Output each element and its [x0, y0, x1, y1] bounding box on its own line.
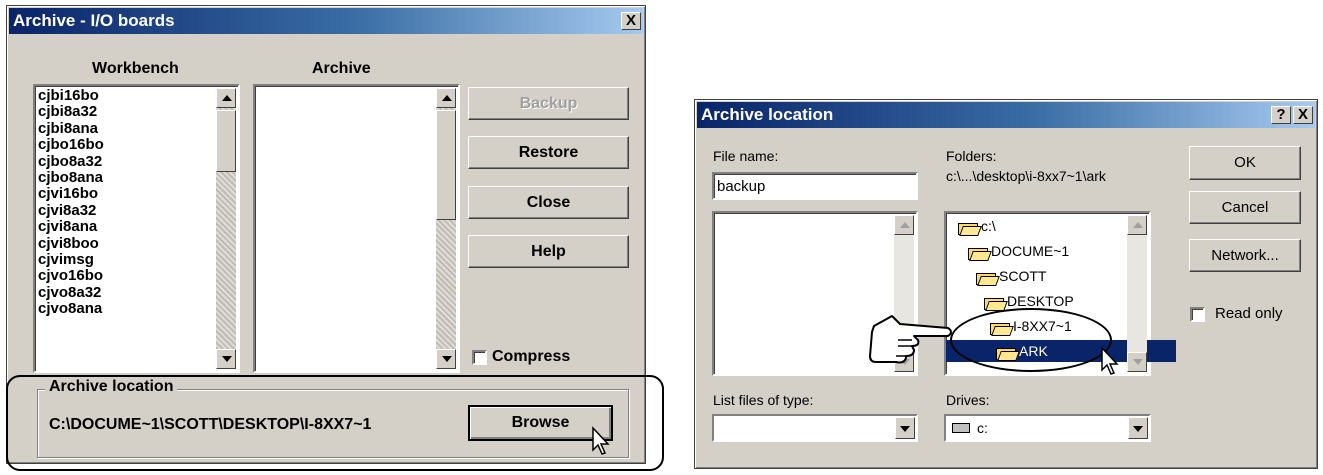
- archive-scrollbar[interactable]: [436, 88, 456, 369]
- folders-label: Folders:: [946, 148, 997, 164]
- archive-location-dialog: Archive location ? X File name: backup F…: [694, 99, 1318, 469]
- folder-item[interactable]: SCOTT: [946, 265, 1046, 287]
- scroll-up-button[interactable]: [436, 88, 456, 108]
- list-item[interactable]: cjvo8a32: [38, 284, 104, 301]
- close-button[interactable]: Close: [468, 186, 629, 219]
- archive-label: Archive: [312, 60, 371, 77]
- ok-button[interactable]: OK: [1189, 146, 1301, 180]
- help-button[interactable]: Help: [468, 235, 629, 268]
- chevron-down-icon: [442, 356, 452, 362]
- list-item[interactable]: cjbo8a32: [38, 153, 104, 170]
- close-icon[interactable]: X: [621, 12, 641, 30]
- drive-value: c:: [977, 420, 988, 436]
- scroll-up-button[interactable]: [216, 88, 236, 108]
- workbench-label: Workbench: [92, 60, 179, 77]
- list-item[interactable]: cjvimsg: [38, 251, 104, 268]
- list-item[interactable]: cjbi8ana: [38, 120, 104, 137]
- list-item[interactable]: cjbo16bo: [38, 136, 104, 153]
- folder-item[interactable]: DOCUME~1: [946, 240, 1069, 262]
- list-files-of-type-label: List files of type:: [713, 392, 814, 408]
- pointing-hand-icon: [869, 315, 952, 364]
- workbench-items: cjbi16bo cjbi8a32 cjbi8ana cjbo16bo cjbo8a32…: [38, 87, 104, 318]
- read-only-label: Read only: [1215, 305, 1283, 322]
- folder-item[interactable]: c:\: [946, 215, 996, 237]
- folder-label: c:\: [981, 218, 996, 234]
- drive-icon: [952, 423, 970, 433]
- folder-open-icon: [958, 220, 978, 236]
- backup-button[interactable]: Backup: [468, 87, 629, 120]
- highlight-oval: [950, 308, 1112, 372]
- chevron-up-icon: [222, 95, 232, 101]
- chevron-down-icon: [1133, 359, 1143, 365]
- chevron-down-icon: [1133, 426, 1143, 432]
- scroll-up-button[interactable]: [894, 215, 914, 235]
- dialog-title: Archive - I/O boards: [13, 11, 175, 30]
- list-item[interactable]: cjbi8a32: [38, 103, 104, 120]
- file-name-label: File name:: [713, 148, 779, 164]
- folder-label: DESKTOP: [1007, 293, 1074, 309]
- folder-open-icon: [984, 295, 1004, 311]
- list-item[interactable]: cjvi8a32: [38, 202, 104, 219]
- scroll-thumb[interactable]: [436, 110, 456, 220]
- cancel-button[interactable]: Cancel: [1189, 191, 1301, 224]
- dropdown-button[interactable]: [895, 417, 915, 439]
- scroll-down-button[interactable]: [436, 349, 456, 369]
- network-button[interactable]: Network...: [1189, 239, 1301, 272]
- folder-label: DOCUME~1: [991, 243, 1070, 259]
- list-item[interactable]: cjvi8boo: [38, 235, 104, 252]
- title-bar: Archive - I/O boards X: [9, 8, 643, 34]
- read-only-checkbox[interactable]: [1190, 307, 1205, 322]
- list-item[interactable]: cjvi16bo: [38, 186, 104, 203]
- close-icon[interactable]: X: [1293, 106, 1313, 124]
- scroll-thumb[interactable]: [216, 110, 236, 172]
- folder-label: SCOTT: [999, 268, 1047, 284]
- workbench-list[interactable]: cjbi16bo cjbi8a32 cjbi8ana cjbo16bo cjbo8a32…: [33, 84, 240, 373]
- file-name-input[interactable]: backup: [712, 172, 918, 200]
- title-bar: Archive location ? X: [697, 102, 1315, 128]
- highlight-callout: [6, 375, 664, 471]
- list-item[interactable]: cjbo8ana: [38, 169, 104, 186]
- scroll-down-button[interactable]: [1127, 352, 1147, 372]
- list-item[interactable]: cjvo16bo: [38, 268, 104, 285]
- archive-list[interactable]: [253, 84, 460, 373]
- folders-path: c:\...\desktop\i-8xx7~1\ark: [946, 168, 1106, 184]
- chevron-up-icon: [1133, 222, 1143, 228]
- scroll-down-button[interactable]: [216, 349, 236, 369]
- folders-scrollbar[interactable]: [1127, 215, 1147, 372]
- compress-checkbox[interactable]: [472, 350, 487, 365]
- dialog-title: Archive location: [701, 105, 834, 124]
- help-question-icon[interactable]: ?: [1271, 106, 1291, 124]
- file-type-select[interactable]: [712, 414, 918, 442]
- list-item[interactable]: cjbi16bo: [38, 87, 104, 104]
- mouse-cursor-icon: [1101, 346, 1119, 375]
- drives-select[interactable]: c:: [944, 414, 1151, 442]
- workbench-scrollbar[interactable]: [216, 88, 236, 369]
- chevron-up-icon: [442, 95, 452, 101]
- list-item[interactable]: cjvo8ana: [38, 300, 104, 317]
- restore-button[interactable]: Restore: [468, 136, 629, 169]
- chevron-down-icon: [222, 356, 232, 362]
- drives-label: Drives:: [946, 392, 990, 408]
- chevron-down-icon: [900, 426, 910, 432]
- compress-label: Compress: [492, 348, 571, 365]
- dropdown-button[interactable]: [1128, 417, 1148, 439]
- chevron-up-icon: [900, 222, 910, 228]
- folder-open-icon: [968, 245, 988, 261]
- scroll-up-button[interactable]: [1127, 215, 1147, 235]
- folder-open-icon: [976, 270, 996, 286]
- file-name-value: backup: [717, 178, 766, 195]
- list-item[interactable]: cjvi8ana: [38, 218, 104, 235]
